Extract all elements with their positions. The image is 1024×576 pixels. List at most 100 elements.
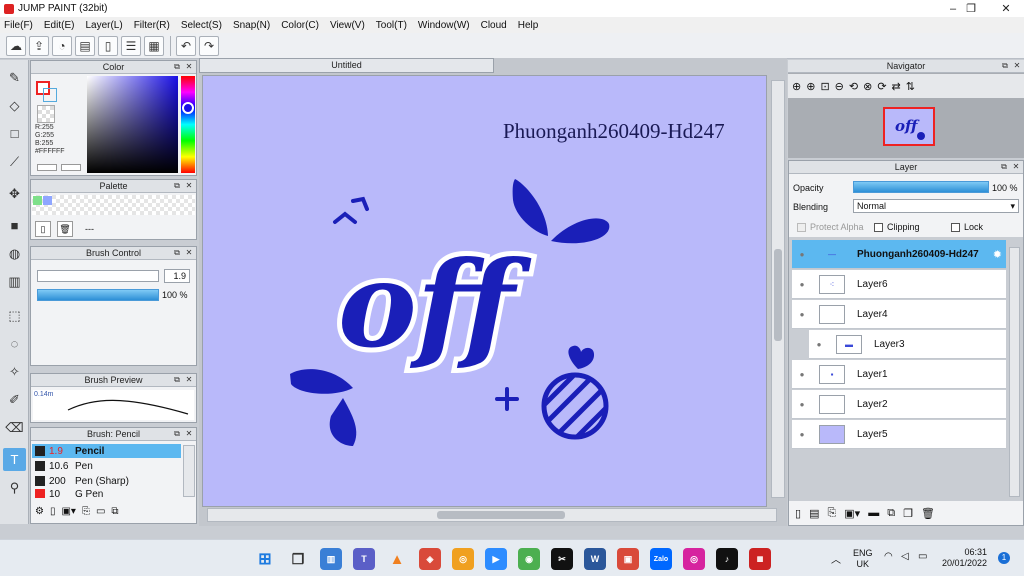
brush-settings-icon[interactable]: ⚙ (35, 506, 44, 517)
saturation-value-picker[interactable] (87, 76, 178, 173)
jump-paint-taskbar-icon[interactable]: ▦ (749, 548, 771, 570)
zoom-app-icon[interactable]: ▶ (485, 548, 507, 570)
app-icon[interactable]: ◎ (452, 548, 474, 570)
fill-rect-tool-icon[interactable]: ■ (3, 214, 26, 237)
float-icon[interactable]: ⧉ (172, 62, 182, 72)
zoom-in-icon[interactable]: ⊕ (806, 80, 815, 93)
menu-file[interactable]: File(F) (4, 20, 33, 31)
trash-icon[interactable]: 🗑 (921, 507, 935, 520)
protect-alpha-checkbox[interactable] (797, 223, 806, 232)
task-view-icon[interactable]: ❐ (287, 548, 309, 570)
brush-item-pen[interactable]: 10.6 Pen (32, 459, 181, 473)
grid-icon[interactable]: ▦ (144, 35, 164, 56)
menu-layer[interactable]: Layer(L) (85, 20, 122, 31)
export-icon[interactable]: ⇪ (29, 35, 49, 56)
new-brush-icon[interactable]: ▯ (50, 506, 56, 517)
text-tool-icon[interactable]: T (3, 448, 26, 471)
palette-swatch-blue[interactable] (43, 196, 52, 205)
cloud-icon[interactable]: ☁ (6, 35, 26, 56)
gradient-tool-icon[interactable]: ▥ (3, 270, 26, 293)
select-eraser-tool-icon[interactable]: ⌫ (3, 416, 26, 439)
chevron-up-icon[interactable]: ︿ (831, 551, 841, 566)
windows-start-icon[interactable]: ⊞ (254, 548, 276, 570)
undo-icon[interactable]: ↶ (176, 35, 196, 56)
vlc-icon[interactable]: ▲ (386, 548, 408, 570)
tiktok-icon[interactable]: ♪ (716, 548, 738, 570)
zalo-icon[interactable]: Zalo (650, 548, 672, 570)
fit-icon[interactable]: ⊡ (820, 80, 829, 93)
wifi-icon[interactable]: ◠ (884, 551, 893, 562)
new-layer-icon[interactable]: ▯ (795, 507, 801, 520)
copy-layer-icon[interactable]: ⎘ (827, 507, 836, 520)
app-icon[interactable]: ◈ (419, 548, 441, 570)
copy-brush-icon[interactable]: ⎘ (82, 506, 90, 517)
rect-select-tool-icon[interactable]: □ (3, 122, 26, 145)
language-indicator[interactable]: ENG UK (853, 548, 873, 570)
gear-icon[interactable]: ✹ (993, 248, 1002, 261)
magic-wand-tool-icon[interactable]: ✧ (3, 360, 26, 383)
close-icon[interactable]: ✕ (184, 429, 194, 439)
menu-window[interactable]: Window(W) (418, 20, 470, 31)
color-mode-button[interactable] (37, 164, 57, 171)
brush-size-value[interactable]: 1.9 (164, 269, 190, 283)
menu-edit[interactable]: Edit(E) (44, 20, 75, 31)
vertical-scroll-thumb[interactable] (774, 249, 782, 341)
menu-tool[interactable]: Tool(T) (376, 20, 407, 31)
transparent-color-swatch[interactable] (37, 105, 55, 123)
layer-row[interactable]: ● Layer4 (792, 300, 1006, 329)
layer-row[interactable]: ● Layer2 (792, 390, 1006, 419)
add-layer-menu-icon[interactable]: ▣▾ (844, 507, 860, 520)
zoom-out-icon[interactable]: ⊖ (835, 80, 844, 93)
secondary-color-swatch[interactable] (43, 88, 57, 102)
brush-folder-icon[interactable]: ▭ (96, 506, 105, 517)
new-palette-icon[interactable]: ▯ (35, 221, 51, 237)
hue-slider[interactable] (181, 76, 195, 173)
layer-visibility-icon[interactable]: ● (795, 307, 809, 321)
float-icon[interactable]: ⧉ (1000, 61, 1010, 71)
blending-select[interactable]: Normal ▾ (853, 199, 1019, 213)
palette-swatch-green[interactable] (33, 196, 42, 205)
close-icon[interactable]: ✕ (184, 62, 194, 72)
hue-slider-handle[interactable] (182, 102, 194, 114)
menu-color[interactable]: Color(C) (281, 20, 319, 31)
canvas-vertical-scrollbar[interactable] (771, 80, 785, 498)
layer-folder-icon[interactable]: ▬ (868, 507, 879, 519)
instagram-icon[interactable]: ◎ (683, 548, 705, 570)
zoom-icon[interactable]: ⊕ (792, 80, 801, 93)
rotate-right-icon[interactable]: ⟳ (877, 80, 886, 93)
layer-visibility-icon[interactable]: ● (795, 367, 809, 381)
layer-list-scrollbar[interactable] (1009, 247, 1020, 497)
brush-item-pencil[interactable]: 1.9 Pencil (32, 444, 181, 458)
chat-icon[interactable]: ◔ (52, 35, 72, 56)
duplicate-brush-icon[interactable]: ⧉ (111, 506, 118, 517)
chrome-icon[interactable]: ◉ (518, 548, 540, 570)
layer-row[interactable]: ● ⁖ Layer6 (792, 270, 1006, 299)
lock-checkbox[interactable] (951, 223, 960, 232)
layer-visibility-icon[interactable]: ● (812, 337, 826, 351)
rotate-left-icon[interactable]: ⟲ (849, 80, 858, 93)
close-button[interactable]: ✕ (988, 0, 1024, 17)
move-tool-icon[interactable]: ✥ (3, 182, 26, 205)
page-icon[interactable]: ▯ (98, 35, 118, 56)
eyedropper-tool-icon[interactable]: ⚲ (3, 476, 26, 499)
close-icon[interactable]: ✕ (184, 248, 194, 258)
eraser-tool-icon[interactable]: ◇ (3, 94, 26, 117)
layer-visibility-icon[interactable]: ● (795, 277, 809, 291)
menu-view[interactable]: View(V) (330, 20, 365, 31)
flip-horizontal-icon[interactable]: ⇄ (892, 80, 901, 93)
select-pen-tool-icon[interactable]: ✐ (3, 388, 26, 411)
line-tool-icon[interactable]: ⟋ (3, 150, 26, 173)
layer-row[interactable]: ● Layer5 (792, 420, 1006, 449)
comment-icon[interactable]: ▤ (75, 35, 95, 56)
float-icon[interactable]: ⧉ (172, 181, 182, 191)
layer-row[interactable]: ● — Phuonganh260409-Hd247 ✹ (792, 240, 1006, 269)
teams-icon[interactable]: T (353, 548, 375, 570)
list-icon[interactable]: ☰ (121, 35, 141, 56)
menu-filter[interactable]: Filter(R) (134, 20, 170, 31)
close-icon[interactable]: ✕ (184, 375, 194, 385)
float-icon[interactable]: ⧉ (999, 162, 1009, 172)
notification-badge[interactable]: 1 (998, 552, 1010, 564)
navigator-thumbnail[interactable]: off (883, 107, 935, 146)
canvas-tab[interactable]: Untitled (199, 58, 494, 73)
brush-list-scrollbar[interactable] (183, 445, 195, 497)
